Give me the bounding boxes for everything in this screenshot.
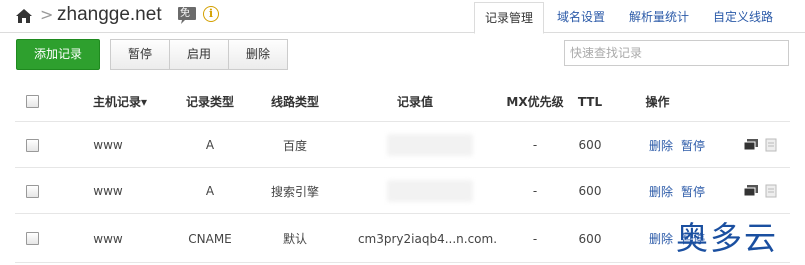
tab-record-management[interactable]: 记录管理	[474, 2, 544, 34]
redacted-value	[387, 180, 473, 202]
ttl-cell: 600	[578, 231, 602, 246]
home-icon[interactable]	[15, 8, 33, 24]
ttl-cell: 600	[578, 138, 602, 152]
delete-record-link[interactable]: 删除	[649, 183, 673, 200]
select-all-checkbox[interactable]	[26, 95, 39, 108]
free-badge-label: 免	[180, 8, 190, 19]
pause-record-link[interactable]: 暂停	[681, 183, 705, 200]
select-all-cell	[15, 82, 50, 121]
pause-record-link[interactable]: 暂停	[681, 137, 705, 154]
delete-button[interactable]: 删除	[228, 39, 288, 70]
host-cell: www	[93, 184, 123, 198]
mx-cell: -	[532, 231, 538, 246]
table-row: www CNAME 默认 cm3pry2iaqb4...n.com. - 600…	[15, 215, 790, 263]
type-cell: CNAME	[188, 231, 232, 246]
table-header-row: 主机记录▾ 记录类型 线路类型 记录值 MX优先级 TTL 操作	[15, 82, 790, 122]
actions-cell: 删除 暂停	[627, 169, 727, 213]
redacted-value	[387, 134, 473, 156]
column-header-line: 线路类型	[270, 95, 319, 109]
table-row: www A 搜索引擎 - 600 删除 暂停	[15, 169, 790, 214]
row-checkbox[interactable]	[26, 232, 39, 245]
note-icon[interactable]	[765, 138, 777, 152]
line-cell: 百度	[282, 138, 307, 153]
value-cell: cm3pry2iaqb4...n.com.	[357, 231, 498, 246]
tab-domain-settings[interactable]: 域名设置	[546, 2, 616, 34]
tab-custom-lines[interactable]: 自定义线路	[702, 2, 784, 34]
value-cell	[375, 169, 485, 213]
row-select-cell	[15, 169, 50, 213]
watermark-logo: 奥多云	[676, 219, 779, 257]
breadcrumb-separator: >	[40, 5, 54, 24]
pause-button[interactable]: 暂停	[110, 39, 170, 70]
type-cell: A	[205, 184, 215, 198]
host-cell: www	[93, 231, 123, 246]
line-cell: 默认	[282, 232, 307, 246]
line-cell: 搜索引擎	[270, 184, 319, 199]
tab-resolution-stats[interactable]: 解析量统计	[618, 2, 700, 34]
info-icon[interactable]: i	[203, 6, 219, 22]
column-header-host[interactable]: 主机记录▾	[70, 82, 170, 121]
column-header-ttl: TTL	[577, 94, 603, 109]
value-cell	[375, 123, 485, 167]
type-cell: A	[205, 138, 215, 152]
delete-record-link[interactable]: 删除	[649, 230, 673, 247]
row-select-cell	[15, 123, 50, 167]
ttl-cell: 600	[578, 184, 602, 198]
column-header-actions: 操作	[645, 95, 670, 109]
row-checkbox[interactable]	[26, 184, 39, 198]
remark-icon[interactable]	[743, 139, 759, 151]
quick-search-input[interactable]	[564, 40, 789, 66]
mx-cell: -	[532, 138, 538, 152]
row-extra-icons	[737, 169, 782, 213]
column-header-type: 记录类型	[185, 95, 234, 109]
column-header-value: 记录值	[396, 95, 433, 109]
host-cell: www	[93, 138, 123, 152]
record-action-group: 暂停 启用 删除	[110, 39, 288, 70]
row-checkbox[interactable]	[26, 138, 39, 152]
remark-icon[interactable]	[743, 185, 759, 197]
row-select-cell	[15, 215, 50, 262]
domain-header: > zhangge.net 免 i 记录管理 域名设置 解析量统计 自定义线路	[0, 0, 805, 34]
delete-record-link[interactable]: 删除	[649, 137, 673, 154]
domain-title: zhangge.net	[57, 4, 162, 25]
column-header-mx: MX优先级	[506, 95, 564, 109]
enable-button[interactable]: 启用	[169, 39, 229, 70]
note-icon[interactable]	[765, 184, 777, 198]
actions-cell: 删除 暂停	[627, 123, 727, 167]
add-record-button[interactable]: 添加记录	[16, 39, 100, 70]
row-extra-icons	[737, 123, 782, 167]
table-row: www A 百度 - 600 删除 暂停	[15, 123, 790, 168]
free-badge-icon: 免	[177, 6, 197, 25]
mx-cell: -	[532, 184, 538, 198]
